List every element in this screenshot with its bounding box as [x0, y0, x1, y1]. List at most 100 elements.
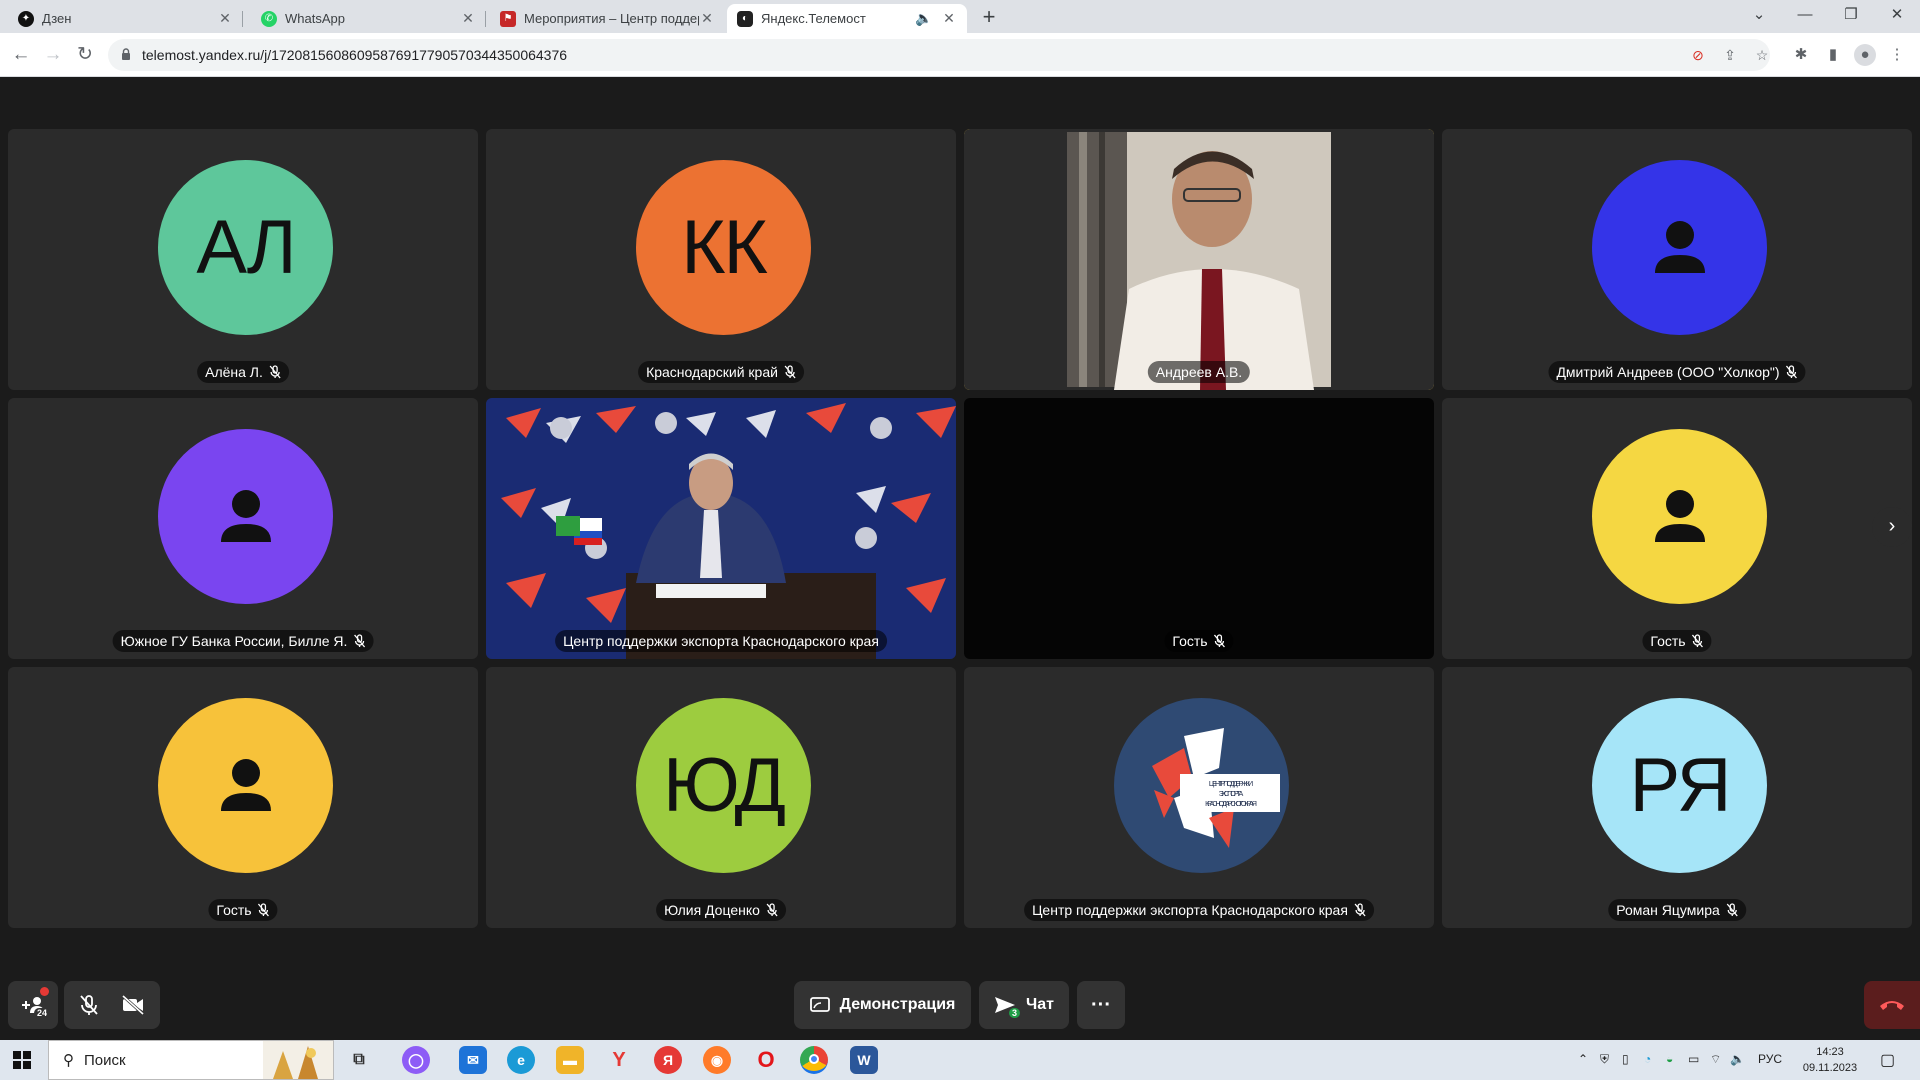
app-tray-icon[interactable]: ◔ — [1644, 1052, 1651, 1066]
mic-off-icon — [353, 634, 365, 648]
camera-blocked-icon[interactable]: ⊘ — [1688, 45, 1708, 65]
chevron-right-icon: › — [1888, 515, 1896, 537]
mic-off-icon — [784, 365, 796, 379]
close-icon[interactable]: ✕ — [699, 10, 715, 27]
yandex-icon[interactable]: Я — [654, 1046, 682, 1074]
participant-label: Центр поддержки экспорта Краснодарского … — [1024, 899, 1374, 921]
participant-name: Центр поддержки экспорта Краснодарского … — [563, 633, 879, 649]
url-text: telemost.yandex.ru/j/1720815608609587691… — [142, 47, 568, 63]
window-close-icon[interactable]: ✕ — [1874, 0, 1920, 33]
avatar: АЛ — [158, 160, 333, 335]
volume-icon[interactable]: 🔈 — [1730, 1052, 1745, 1066]
screen-share-button[interactable]: Демонстрация — [794, 981, 971, 1029]
browser-tab-active[interactable]: ◐ Яндекс.Телемост 🔈 ✕ — [727, 4, 967, 33]
participant-tile[interactable]: Дмитрий Андреев (ООО "Холкор") — [1442, 129, 1912, 390]
close-icon[interactable]: ✕ — [941, 10, 957, 27]
browser-tab[interactable]: ⚑ Мероприятия – Центр поддерж ✕ — [490, 4, 725, 33]
edge-browser-icon[interactable]: e — [507, 1046, 535, 1074]
minimize-icon[interactable]: — — [1782, 0, 1828, 33]
chat-unread-badge: 3 — [1009, 1008, 1021, 1018]
bookmark-star-icon[interactable]: ☆ — [1752, 45, 1772, 65]
forward-icon[interactable]: → — [38, 40, 68, 70]
chat-button[interactable]: 3 Чат — [979, 981, 1069, 1029]
participant-tile[interactable]: АЛ Алёна Л. — [8, 129, 478, 390]
sync-tray-icon[interactable]: ◒ — [1666, 1052, 1673, 1066]
extensions-icon[interactable]: ✱ — [1790, 44, 1812, 66]
participant-label: Южное ГУ Банка России, Билле Я. — [112, 630, 374, 652]
security-tray-icon[interactable]: ⛨ — [1600, 1052, 1609, 1067]
opera-icon[interactable]: O — [752, 1046, 780, 1074]
address-bar[interactable]: telemost.yandex.ru/j/1720815608609587691… — [108, 39, 1770, 71]
restore-icon[interactable]: ❐ — [1828, 0, 1874, 33]
alice-assistant-icon[interactable]: ◯ — [402, 1046, 430, 1074]
avatar — [158, 698, 333, 873]
participant-label: Роман Яцумира — [1608, 899, 1746, 921]
share-icon[interactable]: ⇪ — [1720, 45, 1740, 65]
tab-title: Мероприятия – Центр поддерж — [524, 11, 699, 26]
tab-search-icon[interactable]: ⌄ — [1736, 0, 1782, 33]
browser-tab[interactable]: ✆ WhatsApp ✕ — [251, 4, 486, 33]
camera-off-icon[interactable] — [121, 994, 145, 1016]
participant-tile[interactable]: КК Краснодарский край — [486, 129, 956, 390]
new-tab-button[interactable]: + — [976, 5, 1002, 31]
clock-date: 09.11.2023 — [1802, 1062, 1858, 1074]
profile-avatar-icon[interactable]: ● — [1854, 44, 1876, 66]
firefox-icon[interactable]: ◉ — [703, 1046, 731, 1074]
participant-tile[interactable]: ЦЕНТР ПОДДЕРЖКИ ЭКСПОРТА КРАСНОДАРСКОГО … — [964, 667, 1434, 928]
participant-tile[interactable]: Гость — [1442, 398, 1912, 659]
participant-tile[interactable]: ЮД Юлия Доценко — [486, 667, 956, 928]
next-page-button[interactable]: › — [1872, 507, 1912, 547]
side-panel-icon[interactable]: ▮ — [1822, 44, 1844, 66]
participant-label: Андреев А.В. — [1147, 361, 1251, 383]
taskbar-search-placeholder: Поиск — [84, 1051, 126, 1069]
mic-off-icon — [258, 903, 270, 917]
avatar: ЮД — [636, 698, 811, 873]
participant-tile[interactable]: РЯ Роман Яцумира — [1442, 667, 1912, 928]
participant-tile-active-speaker[interactable]: Андреев А.В. — [964, 129, 1434, 390]
yandex-browser-icon[interactable]: Y — [605, 1046, 633, 1074]
browser-toolbar: ← → ↻ telemost.yandex.ru/j/1720815608609… — [0, 33, 1920, 77]
close-icon[interactable]: ✕ — [217, 10, 233, 27]
speaker-icon[interactable]: 🔈 — [915, 10, 932, 27]
mic-off-icon[interactable] — [79, 994, 99, 1016]
windows-taskbar: ⚲ Поиск ⧉ ◯ ✉ e ▬ Y Я ◉ O W ⌃ ⛨ ▯ ◔ ◒ ▭ … — [0, 1040, 1920, 1080]
participant-name: Андреев А.В. — [1155, 364, 1243, 380]
participant-tile[interactable]: Гость — [8, 667, 478, 928]
word-icon[interactable]: W — [850, 1046, 878, 1074]
mic-off-icon — [1726, 903, 1738, 917]
system-clock[interactable]: 14:23 09.11.2023 — [1800, 1044, 1860, 1076]
avatar — [1592, 429, 1767, 604]
flag-icon: ⚑ — [500, 10, 516, 27]
wifi-icon[interactable]: ⌔ — [1710, 1052, 1721, 1067]
show-hidden-icons[interactable]: ⌃ — [1578, 1052, 1588, 1066]
reload-icon[interactable]: ↻ — [70, 40, 100, 70]
menu-kebab-icon[interactable]: ⋮ — [1886, 44, 1908, 66]
participants-button[interactable]: 24 — [8, 981, 58, 1029]
meet-tray-icon[interactable]: ▭ — [1688, 1052, 1699, 1066]
participant-label: Дмитрий Андреев (ООО "Холкор") — [1548, 361, 1806, 383]
leave-call-button[interactable] — [1864, 981, 1920, 1029]
participant-name: Юлия Доценко — [664, 902, 760, 918]
more-options-button[interactable]: ··· — [1077, 981, 1125, 1029]
file-explorer-icon[interactable]: ▬ — [556, 1046, 584, 1074]
chrome-icon[interactable] — [800, 1046, 828, 1074]
taskbar-search[interactable]: ⚲ Поиск — [48, 1040, 334, 1080]
back-icon[interactable]: ← — [6, 40, 36, 70]
participant-tile[interactable]: Гость — [964, 398, 1434, 659]
mail-icon[interactable]: ✉ — [459, 1046, 487, 1074]
input-language[interactable]: РУС — [1758, 1052, 1782, 1066]
windows-start-icon[interactable] — [13, 1051, 31, 1069]
close-icon[interactable]: ✕ — [460, 10, 476, 27]
hang-up-icon — [1880, 1001, 1904, 1010]
notifications-icon[interactable]: ▢ — [1880, 1050, 1895, 1070]
task-view-icon[interactable]: ⧉ — [345, 1046, 373, 1074]
participant-name: Южное ГУ Банка России, Билле Я. — [120, 633, 348, 649]
avatar: КК — [636, 160, 811, 335]
tab-title: WhatsApp — [285, 11, 345, 26]
participant-tile[interactable]: Южное ГУ Банка России, Билле Я. — [8, 398, 478, 659]
person-icon — [220, 758, 271, 811]
participant-tile[interactable]: Центр поддержки экспорта Краснодарского … — [486, 398, 956, 659]
browser-tab[interactable]: ✦ Дзен ✕ — [8, 4, 243, 33]
mic-off-icon — [269, 365, 281, 379]
usb-tray-icon[interactable]: ▯ — [1622, 1052, 1629, 1066]
